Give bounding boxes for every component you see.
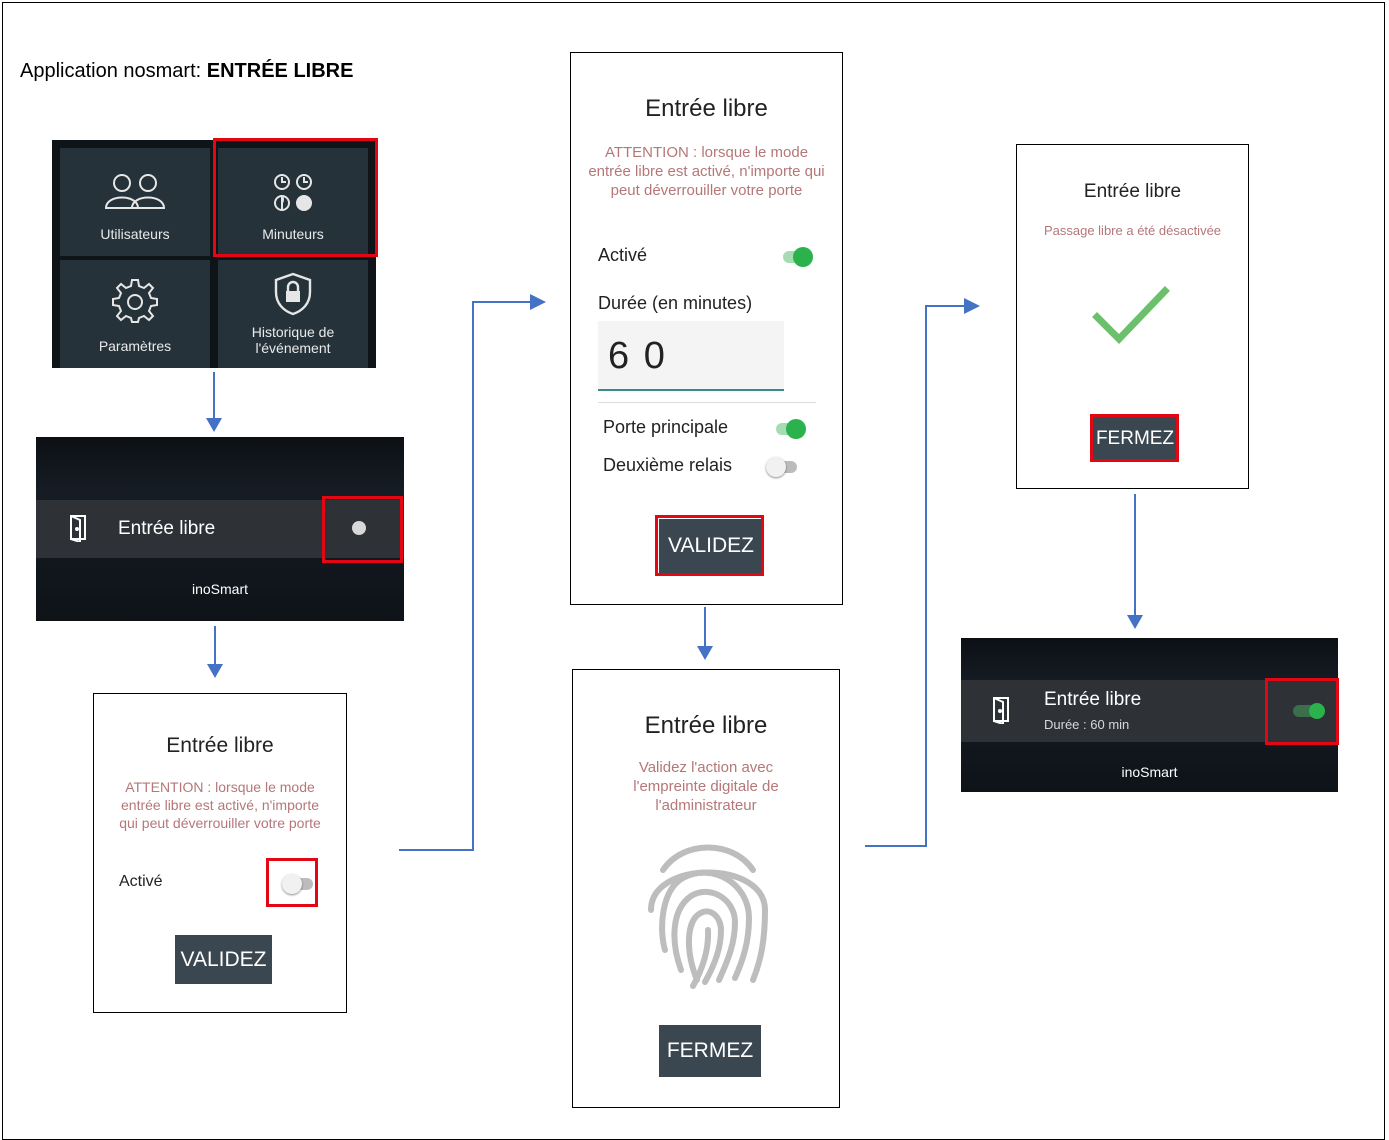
active-toggle[interactable]: [783, 247, 813, 267]
list-item-label: Entrée libre: [1044, 689, 1142, 710]
door-icon: [68, 514, 88, 542]
warning-text: ATTENTION : lorsque le mode entrée libre…: [119, 779, 321, 831]
arrow-line: [472, 301, 474, 851]
dialog-step1: Entrée libre ATTENTION : lorsque le mode…: [93, 693, 347, 1013]
highlight-timers: [213, 138, 378, 257]
dialog-title: Entrée libre: [1083, 181, 1182, 202]
highlight-toggle-on: [1265, 678, 1339, 745]
warning-text: ATTENTION : lorsque le mode entrée libre…: [588, 144, 825, 199]
arrow-line: [704, 607, 706, 649]
arrow-line: [1134, 494, 1136, 616]
menu-tile-label: Paramètres: [98, 338, 172, 354]
arrow-line: [214, 626, 216, 666]
duration-input[interactable]: 6 0: [598, 321, 784, 391]
duration-value: 6 0: [608, 335, 667, 377]
shield-lock-icon: [218, 272, 368, 316]
menu-tile-users[interactable]: Utilisateurs: [60, 148, 210, 256]
menu-tile-label: Utilisateurs: [100, 226, 170, 242]
arrow-line: [925, 305, 927, 847]
menu-tile-label: Historique de l'événement: [251, 324, 335, 356]
highlight-validez: [655, 515, 764, 576]
gear-icon: [60, 276, 210, 324]
highlight-active-toggle: [266, 858, 318, 907]
relay1-label: Porte principale: [603, 417, 729, 437]
dialog-title: Entrée libre: [166, 734, 274, 757]
list-item-label: Entrée libre: [118, 518, 216, 539]
menu-tile-history[interactable]: Historique de l'événement: [218, 260, 368, 368]
arrow-line: [865, 845, 927, 847]
arrow-head: [964, 298, 980, 314]
checkmark-icon: [1091, 285, 1171, 347]
arrow-head: [206, 418, 222, 432]
relay2-toggle[interactable]: [766, 457, 797, 477]
divider: [598, 402, 816, 403]
fingerprint-message: Validez l'action avec l'empreinte digita…: [633, 759, 779, 814]
brand-label: inoSmart: [191, 581, 249, 597]
arrow-head: [697, 646, 713, 660]
dialog-fingerprint: Entrée libre Validez l'action avec l'emp…: [572, 669, 840, 1108]
door-icon: [991, 696, 1011, 724]
arrow-head: [207, 664, 223, 678]
arrow-head: [1127, 615, 1143, 629]
arrow-head: [530, 294, 546, 310]
dialog-title: Entrée libre: [644, 712, 768, 739]
active-label: Activé: [119, 873, 163, 890]
arrow-line: [472, 301, 532, 303]
duration-label: Durée (en minutes): [598, 293, 753, 313]
users-icon: [60, 170, 210, 214]
arrow-line: [213, 372, 215, 422]
dialog-title: Entrée libre: [645, 95, 768, 122]
arrow-line: [399, 849, 473, 851]
page-title: Application nosmart: ENTRÉE LIBRE: [20, 60, 354, 82]
brand-label: inoSmart: [1121, 764, 1178, 780]
active-label: Activé: [598, 245, 648, 265]
fermez-button[interactable]: FERMEZ: [659, 1025, 761, 1077]
menu-tile-settings[interactable]: Paramètres: [60, 260, 210, 368]
done-message: Passage libre a été désactivée: [1043, 223, 1222, 238]
arrow-line: [925, 305, 967, 307]
fingerprint-icon: [643, 830, 773, 990]
validez-button[interactable]: VALIDEZ: [175, 935, 272, 984]
highlight-fermez: [1090, 414, 1179, 462]
relay1-toggle[interactable]: [776, 419, 806, 439]
highlight-toggle: [322, 496, 403, 563]
relay2-label: Deuxième relais: [603, 455, 733, 475]
list-item-duration: Durée : 60 min: [1044, 717, 1130, 732]
